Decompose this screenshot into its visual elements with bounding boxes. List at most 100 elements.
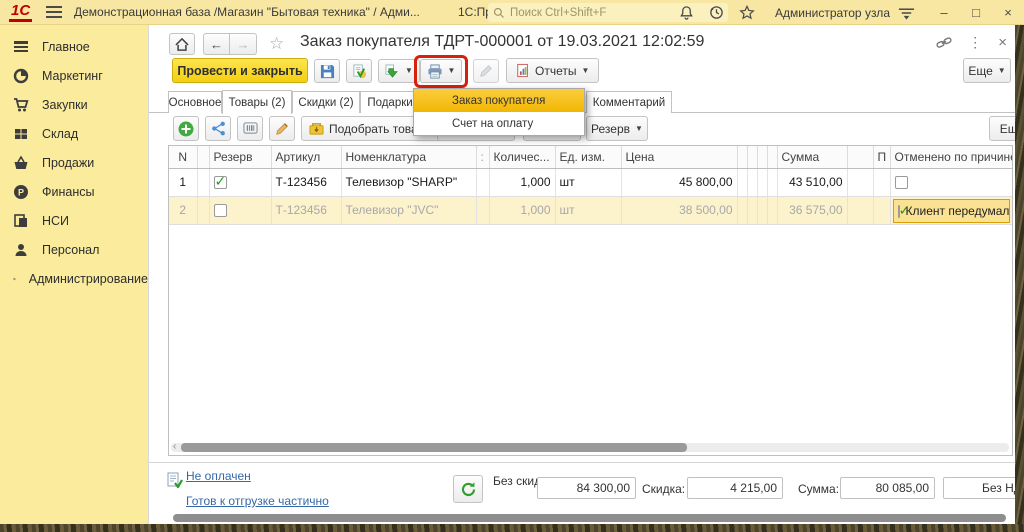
discount-label: Скидка:	[642, 482, 685, 496]
window-title: Демонстрационная база /Магазин "Бытовая …	[74, 5, 420, 19]
sidebar-item-marketing[interactable]: Маркетинг	[0, 61, 148, 90]
history-icon[interactable]	[709, 5, 739, 20]
person-icon	[13, 242, 29, 258]
notifications-icon[interactable]	[679, 5, 709, 20]
document-window: ← → ☆ Заказ покупателя ТДРТ-000001 от 19…	[148, 25, 1015, 524]
print-dropdown-menu: Заказ покупателя Счет на оплату	[413, 88, 585, 136]
table-row-selected[interactable]: 2 Т-123456 Телевизор "JVC" 1,000 шт 38 5…	[169, 196, 1012, 224]
vat-field[interactable]: Без НДС	[943, 477, 1015, 499]
reserve-checkbox-checked[interactable]	[214, 176, 227, 189]
sidebar-item-nsi[interactable]: НСИ	[0, 206, 148, 235]
current-user[interactable]: Администратор узла	[775, 6, 890, 20]
service-settings-icon[interactable]	[898, 6, 928, 20]
sidebar-item-glavnoe[interactable]: Главное	[0, 32, 148, 61]
recalculate-button[interactable]	[453, 475, 483, 503]
desktop-background-bottom	[0, 524, 1024, 532]
sum-label: Сумма:	[798, 482, 839, 496]
home-icon	[175, 38, 189, 51]
discount-field[interactable]: 4 215,00	[687, 477, 783, 499]
sidebar-item-finansy[interactable]: Р Финансы	[0, 177, 148, 206]
basket-icon	[13, 155, 29, 171]
cancelled-checkbox-checked[interactable]	[898, 205, 900, 218]
app-titlebar: 1С Демонстрационная база /Магазин "Бытов…	[0, 0, 1024, 25]
close-document-icon[interactable]: ×	[998, 34, 1007, 51]
save-icon	[320, 64, 335, 79]
ruble-icon: Р	[13, 184, 29, 200]
main-menu-icon[interactable]	[46, 5, 62, 19]
tab-osnovnoe[interactable]: Основное	[168, 91, 222, 113]
post-document-button[interactable]	[346, 59, 372, 83]
sidebar-item-administrirovanie[interactable]: Администрирование	[0, 264, 148, 293]
share-icon	[211, 121, 226, 136]
shipment-status-link[interactable]: Готов к отгрузке частично	[186, 494, 329, 508]
create-based-on-icon	[385, 64, 400, 79]
edit-button-disabled	[473, 59, 499, 83]
save-button[interactable]	[314, 59, 340, 83]
list-icon	[13, 39, 29, 55]
table-horizontal-scrollbar[interactable]: ‹	[171, 443, 1009, 452]
goods-table: N Резерв Артикул Номенклатура : Количес.…	[168, 145, 1013, 456]
no-discount-field[interactable]: 84 300,00	[537, 477, 636, 499]
reserve-checkbox-unchecked[interactable]	[214, 204, 227, 217]
tab-skidki[interactable]: Скидки (2)	[292, 91, 360, 113]
scroll-left-arrow-icon[interactable]: ‹	[173, 441, 176, 452]
payment-status-link[interactable]: Не оплачен	[186, 469, 251, 483]
barcode-scanner-button[interactable]	[237, 116, 263, 141]
gear-icon	[13, 271, 16, 287]
home-button[interactable]	[169, 33, 195, 55]
books-icon	[13, 213, 29, 229]
menu-item-zakaz-pokupatelya[interactable]: Заказ покупателя	[414, 89, 584, 112]
add-row-button[interactable]	[173, 116, 199, 141]
pick-goods-icon	[309, 121, 324, 136]
reports-button[interactable]: Отчеты ▼	[506, 58, 599, 83]
plus-icon	[178, 121, 194, 137]
pencil-orange-icon	[275, 122, 289, 136]
tab-tovary[interactable]: Товары (2)	[222, 90, 292, 114]
cancelled-checkbox-unchecked[interactable]	[895, 176, 908, 189]
get-link-icon[interactable]	[936, 36, 952, 50]
window-horizontal-scrollbar[interactable]	[173, 514, 1006, 522]
sidebar-item-personal[interactable]: Персонал	[0, 235, 148, 264]
search-icon	[493, 7, 505, 19]
tab-kommentariy[interactable]: Комментарий	[586, 91, 672, 113]
menu-item-schet-na-oplatu[interactable]: Счет на оплату	[414, 112, 584, 135]
more-actions-icon[interactable]: ⋮	[968, 34, 982, 51]
favorite-star-icon[interactable]: ☆	[269, 34, 284, 54]
more-button-table[interactable]: Еще	[989, 116, 1015, 141]
sidebar-item-sklad[interactable]: Склад	[0, 119, 148, 148]
table-header-row: N Резерв Артикул Номенклатура : Количес.…	[169, 146, 1012, 168]
maximize-button[interactable]: □	[960, 5, 992, 20]
desktop-background-right	[1015, 25, 1024, 532]
refresh-icon	[460, 481, 477, 498]
search-placeholder: Поиск Ctrl+Shift+F	[510, 7, 606, 19]
forward-button[interactable]: →	[230, 33, 257, 55]
minimize-button[interactable]: –	[928, 5, 960, 20]
page-title: Заказ покупателя ТДРТ-000001 от 19.03.20…	[300, 33, 704, 51]
close-window-button[interactable]: ×	[992, 5, 1024, 20]
pie-icon	[13, 68, 29, 84]
favorites-star-icon[interactable]	[739, 5, 769, 20]
footer-divider	[149, 462, 1015, 463]
1c-logo: 1С	[9, 2, 32, 22]
back-button[interactable]: ←	[203, 33, 230, 55]
pencil-icon	[479, 64, 493, 78]
table-row[interactable]: 1 Т-123456 Телевизор "SHARP" 1,000 шт 45…	[169, 168, 1012, 196]
svg-text:Р: Р	[18, 187, 24, 197]
sum-field[interactable]: 80 085,00	[840, 477, 935, 499]
share-button[interactable]	[205, 116, 231, 141]
report-icon	[516, 63, 530, 78]
cart-icon	[13, 97, 29, 113]
more-button-document[interactable]: Еще ▼	[963, 58, 1011, 83]
tab-podarki[interactable]: Подарки	[360, 91, 420, 113]
no-discount-label: Без скидки:	[493, 475, 541, 488]
section-panel: Главное Маркетинг Закупки Склад Продажи …	[0, 25, 148, 524]
scrollbar-thumb[interactable]	[181, 443, 687, 452]
cancel-reason-cell[interactable]: Клиент передумал	[893, 199, 1011, 223]
post-and-close-button[interactable]: Провести и закрыть	[172, 58, 308, 83]
sidebar-item-prodazhi[interactable]: Продажи	[0, 148, 148, 177]
edit-row-button[interactable]	[269, 116, 295, 141]
reserve-button[interactable]: Резерв ▼	[586, 116, 648, 141]
sidebar-item-zakupki[interactable]: Закупки	[0, 90, 148, 119]
barcode-icon	[243, 121, 258, 136]
annotation-highlight-box	[414, 55, 468, 88]
